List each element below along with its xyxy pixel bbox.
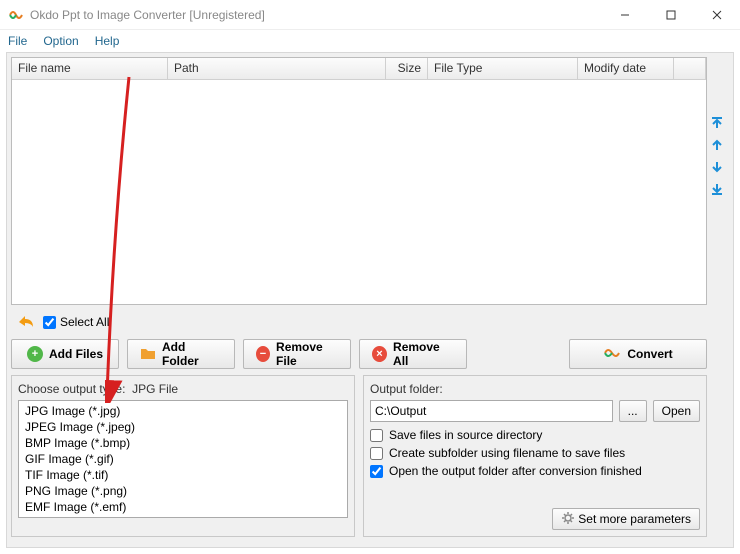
add-folder-button[interactable]: Add Folder <box>127 339 235 369</box>
choose-output-label: Choose output type: <box>18 382 125 396</box>
window-title: Okdo Ppt to Image Converter [Unregistere… <box>30 8 602 22</box>
output-type-list[interactable]: JPG Image (*.jpg) JPEG Image (*.jpeg) BM… <box>18 400 348 518</box>
col-size[interactable]: Size <box>386 58 428 79</box>
menu-help[interactable]: Help <box>95 34 120 48</box>
convert-icon <box>603 346 621 363</box>
col-path[interactable]: Path <box>168 58 386 79</box>
list-item[interactable]: PNG Image (*.png) <box>21 483 345 499</box>
move-top-icon[interactable] <box>709 115 725 131</box>
minus-icon: − <box>256 346 270 362</box>
close-button[interactable] <box>694 0 740 29</box>
set-more-parameters-button[interactable]: Set more parameters <box>552 508 700 530</box>
create-subfolder-checkbox[interactable]: Create subfolder using filename to save … <box>370 446 700 460</box>
open-folder-button[interactable]: Open <box>653 400 700 422</box>
undo-icon[interactable] <box>13 311 35 333</box>
list-item[interactable]: GIF Image (*.gif) <box>21 451 345 467</box>
output-folder-input[interactable] <box>370 400 613 422</box>
file-list-table: File name Path Size File Type Modify dat… <box>11 57 707 305</box>
move-down-icon[interactable] <box>709 159 725 175</box>
col-modifydate[interactable]: Modify date <box>578 58 674 79</box>
move-up-icon[interactable] <box>709 137 725 153</box>
menu-option[interactable]: Option <box>43 34 78 48</box>
move-bottom-icon[interactable] <box>709 181 725 197</box>
folder-icon <box>140 346 156 363</box>
list-item[interactable]: TIF Image (*.tif) <box>21 467 345 483</box>
plus-icon: + <box>27 346 43 362</box>
menu-file[interactable]: File <box>8 34 27 48</box>
save-in-source-checkbox[interactable]: Save files in source directory <box>370 428 700 442</box>
output-folder-panel: Output folder: ... Open Save files in so… <box>363 375 707 537</box>
app-icon <box>8 7 24 23</box>
current-output-type: JPG File <box>132 382 178 396</box>
add-files-button[interactable]: +Add Files <box>11 339 119 369</box>
list-item[interactable]: JPEG Image (*.jpeg) <box>21 419 345 435</box>
col-spacer <box>674 58 706 79</box>
select-all-label: Select All <box>60 315 109 329</box>
col-filetype[interactable]: File Type <box>428 58 578 79</box>
remove-all-button[interactable]: ×Remove All <box>359 339 467 369</box>
select-all-checkbox[interactable]: Select All <box>43 315 109 329</box>
convert-button[interactable]: Convert <box>569 339 707 369</box>
open-after-checkbox[interactable]: Open the output folder after conversion … <box>370 464 700 478</box>
minimize-button[interactable] <box>602 0 648 29</box>
x-icon: × <box>372 346 387 362</box>
gear-icon <box>561 511 575 528</box>
list-item[interactable]: EMF Image (*.emf) <box>21 499 345 515</box>
output-folder-label: Output folder: <box>370 382 700 396</box>
col-filename[interactable]: File name <box>12 58 168 79</box>
maximize-button[interactable] <box>648 0 694 29</box>
remove-file-button[interactable]: −Remove File <box>243 339 351 369</box>
list-item[interactable]: BMP Image (*.bmp) <box>21 435 345 451</box>
list-item[interactable]: JPG Image (*.jpg) <box>21 403 345 419</box>
output-type-panel: Choose output type: JPG File JPG Image (… <box>11 375 355 537</box>
browse-button[interactable]: ... <box>619 400 647 422</box>
